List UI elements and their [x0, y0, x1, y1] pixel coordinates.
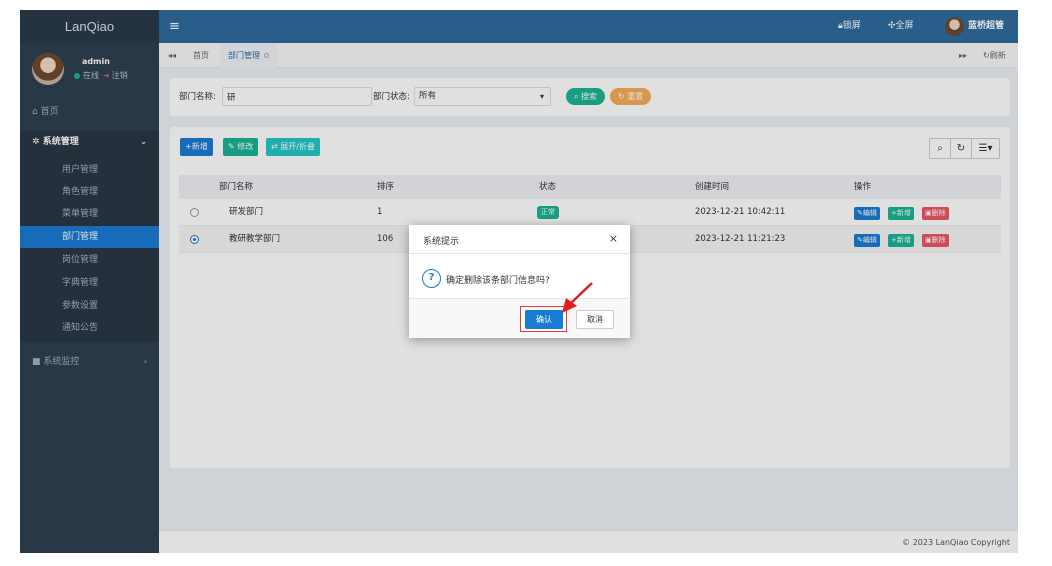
dialog-divider — [409, 253, 630, 254]
dialog-title: 系统提示 — [423, 237, 460, 247]
dialog-message: 确定删除该条部门信息吗? — [446, 276, 550, 286]
cancel-button[interactable]: 取消 — [576, 310, 614, 329]
close-icon[interactable]: × — [609, 232, 618, 245]
confirm-button[interactable]: 确认 — [525, 310, 563, 329]
question-icon: ? — [422, 269, 441, 288]
confirm-dialog: 系统提示 × ? 确定删除该条部门信息吗? 确认 取消 — [409, 225, 630, 338]
dialog-footer: 确认 取消 — [409, 298, 630, 338]
